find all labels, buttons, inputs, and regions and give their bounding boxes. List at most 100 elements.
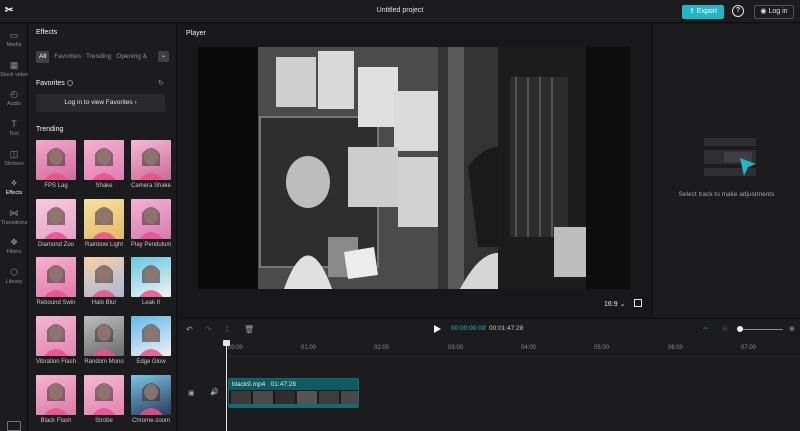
- redo-icon[interactable]: ↷: [205, 325, 212, 334]
- rail-item-stock-videos[interactable]: ▦ Stock videos: [0, 59, 28, 85]
- effect-card-shake[interactable]: Shake: [84, 140, 124, 189]
- rail-item-label: Transitions: [0, 220, 28, 226]
- timeline-ruler[interactable]: 00:00 01:00 02:00 03:00 04:00 05:00 06:00 07:00: [228, 341, 800, 357]
- tab-all[interactable]: All: [36, 51, 50, 63]
- aspect-ratio-select[interactable]: 16:9 ⌄: [604, 300, 625, 308]
- rail-item-media[interactable]: ▭ Media: [0, 29, 28, 55]
- rail-item-label: Effects: [5, 190, 23, 196]
- playhead[interactable]: [226, 341, 227, 431]
- transitions-icon: ⋈: [9, 208, 19, 218]
- thumbnail-figure: [139, 148, 163, 180]
- trending-heading: Trending: [36, 126, 64, 133]
- thumbnail-figure: [139, 207, 163, 239]
- tab-opening[interactable]: Opening &: [116, 51, 147, 63]
- select-track-illustration-icon: [704, 138, 756, 176]
- thumbnail-figure: [44, 207, 68, 239]
- thumbnail-figure: [44, 324, 68, 356]
- effect-card-rebound-swin[interactable]: Rebound Swin: [36, 257, 76, 306]
- rail-item-filters[interactable]: ❖ Filters: [0, 236, 28, 262]
- effect-card-black-flash[interactable]: Black Flash: [36, 375, 76, 424]
- thumbnail-figure: [92, 324, 116, 356]
- effect-thumbnail: [84, 257, 124, 297]
- rail-item-label: Library: [5, 279, 23, 285]
- rail-item-stickers[interactable]: ◫ Stickers: [0, 148, 28, 174]
- effect-card-play-pendulum[interactable]: Play Pendulum: [131, 199, 171, 248]
- effect-card-camera-shake[interactable]: Camera Shake: [131, 140, 171, 189]
- zoom-slider-handle[interactable]: [737, 326, 743, 332]
- effect-card-leak-ii[interactable]: Leak II: [131, 257, 171, 306]
- effects-tabs: All Favorites Trending Opening &: [36, 51, 171, 63]
- fullscreen-icon[interactable]: [634, 299, 642, 307]
- effect-card-diamond-zoo[interactable]: Diamond Zoo: [36, 199, 76, 248]
- audio-icon: ◴: [10, 89, 18, 99]
- tab-favorites[interactable]: Favorites: [54, 51, 81, 63]
- keyboard-shortcuts-icon[interactable]: [7, 421, 21, 431]
- effect-thumbnail: [131, 199, 171, 239]
- effect-card-fps-lag[interactable]: FPS Lag: [36, 140, 76, 189]
- rail-item-label: Media: [6, 42, 22, 48]
- ruler-tick-label: 03:00: [448, 345, 464, 351]
- ruler-tick-label: 04:00: [521, 345, 537, 351]
- play-icon[interactable]: [434, 325, 441, 333]
- effect-thumbnail: [84, 375, 124, 415]
- zoom-in-icon[interactable]: ⊕: [789, 325, 795, 333]
- audio-volume-icon[interactable]: 🔊: [210, 388, 219, 396]
- effect-thumbnail: [84, 140, 124, 180]
- effect-thumbnail: [84, 316, 124, 356]
- rail-item-effects[interactable]: ✧ Effects: [0, 177, 28, 203]
- tab-trending[interactable]: Trending: [86, 51, 111, 63]
- effect-card-random-mono[interactable]: Random Mono: [84, 316, 124, 365]
- chevron-down-icon[interactable]: ⌄: [158, 51, 169, 62]
- login-to-view-favorites-button[interactable]: Log in to view Favorites ›: [36, 94, 165, 112]
- effect-card-rainbow-light[interactable]: Rainbow Light: [84, 199, 124, 248]
- current-time: 00:00:00:00: [451, 325, 486, 332]
- effect-label: Black Flash: [40, 418, 72, 424]
- rail-item-text[interactable]: T Text: [0, 118, 28, 144]
- effect-thumbnail: [131, 316, 171, 356]
- effect-label: FPS Lag: [44, 183, 68, 189]
- cover-icon[interactable]: ▣: [188, 389, 195, 397]
- delete-icon[interactable]: 🗑: [244, 325, 254, 334]
- undo-icon[interactable]: ↶: [186, 325, 193, 334]
- effects-icon: ✧: [10, 178, 18, 188]
- effect-card-strobe[interactable]: Strobe: [84, 375, 124, 424]
- effect-card-chrome-zoom[interactable]: Chrome-zoom: [131, 375, 171, 424]
- effect-label: Diamond Zoo: [37, 242, 75, 248]
- top-bar: ✂ Untitled project ⇪ Export ? ◉ Log in: [0, 0, 800, 23]
- stickers-icon: ◫: [9, 149, 19, 159]
- export-button[interactable]: ⇪ Export: [682, 5, 724, 19]
- help-icon[interactable]: ?: [732, 5, 744, 17]
- rail-item-transitions[interactable]: ⋈ Transitions: [0, 207, 28, 233]
- thumbnail-figure: [44, 383, 68, 415]
- stock-videos-icon: ▦: [9, 60, 19, 70]
- project-title[interactable]: Untitled project: [0, 7, 800, 14]
- rail-item-library[interactable]: ⬡ Library: [0, 266, 28, 292]
- zoom-slider-track[interactable]: [739, 329, 783, 330]
- refresh-icon[interactable]: ↻: [158, 79, 164, 87]
- info-icon[interactable]: [67, 80, 73, 86]
- upload-icon: ⇪: [688, 8, 697, 15]
- rail-item-audio[interactable]: ◴ Audio: [0, 88, 28, 114]
- effect-thumbnail: [36, 375, 76, 415]
- thumbnail-figure: [139, 383, 163, 415]
- effect-thumbnail: [36, 316, 76, 356]
- effect-label: Strobe: [95, 418, 113, 424]
- video-clip[interactable]: black9.mp4 01:47:28: [228, 378, 359, 408]
- zoom-out-icon[interactable]: ⊖: [722, 325, 728, 333]
- rail-item-label: Stock videos: [0, 72, 28, 78]
- rail-item-label: Stickers: [4, 161, 24, 167]
- video-preview[interactable]: [198, 47, 630, 289]
- rail-item-label: Audio: [6, 101, 22, 107]
- rail-item-label: Filters: [6, 249, 22, 255]
- effect-card-vibration-flash[interactable]: Vibration Flash: [36, 316, 76, 365]
- effect-card-halo-blur[interactable]: Halo Blur: [84, 257, 124, 306]
- panel-title: Effects: [36, 29, 58, 36]
- effect-thumbnail: [36, 257, 76, 297]
- effect-card-edge-glow[interactable]: Edge Glow: [131, 316, 171, 365]
- ruler-tick-label: 00:00: [228, 345, 244, 351]
- snap-toggle-icon[interactable]: ⇔: [702, 325, 709, 332]
- split-icon[interactable]: ⌶: [225, 325, 230, 335]
- login-button[interactable]: ◉ Log in: [754, 5, 794, 19]
- effect-label: Camera Shake: [131, 183, 172, 189]
- timeline: ↶ ↷ ⌶ 🗑 00:00:00:00 / 00:01:47:28 ⇔ ⊖ ⊕ …: [178, 318, 800, 431]
